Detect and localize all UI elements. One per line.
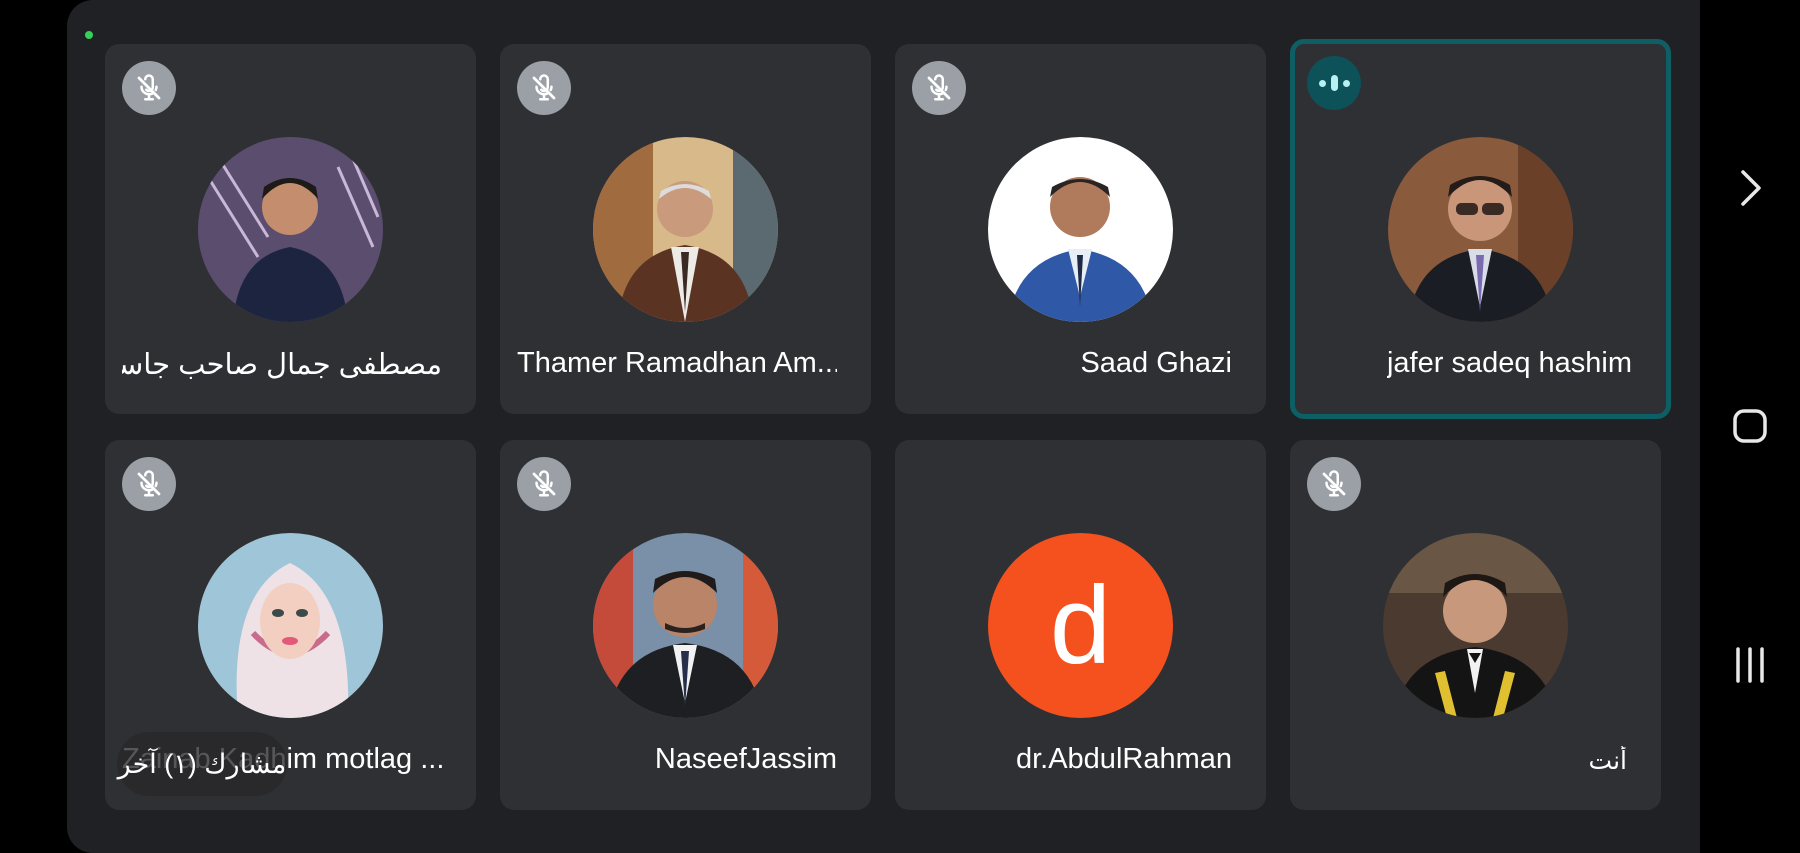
- avatar: d: [988, 533, 1173, 718]
- avatar: [593, 137, 778, 322]
- avatar: [1388, 137, 1573, 322]
- avatar: [988, 137, 1173, 322]
- participant-tile[interactable]: Saad Ghazi: [895, 44, 1266, 414]
- participant-tile-active-speaker[interactable]: jafer sadeq hashim: [1290, 39, 1671, 419]
- other-participants-pill[interactable]: مشارك (١) آخر: [117, 732, 287, 796]
- participant-name: Saad Ghazi: [1080, 347, 1232, 379]
- chevron-right-icon[interactable]: [1710, 148, 1790, 228]
- avatar: [198, 137, 383, 322]
- participant-name: jafer sadeq hashim: [1386, 347, 1632, 379]
- mic-off-icon: [517, 61, 571, 115]
- participant-name: NaseefJassim: [654, 743, 837, 775]
- participants-panel: مصطفى جمال صاحب جاسم Thamer Ramadhan Am.…: [67, 0, 1700, 853]
- participant-name: مصطفى جمال صاحب جاسم: [122, 349, 442, 381]
- mic-off-icon: [517, 457, 571, 511]
- participant-name: Thamer Ramadhan Am...: [517, 347, 837, 379]
- mic-off-icon: [1307, 457, 1361, 511]
- letter-avatar: d: [988, 533, 1173, 718]
- participant-tile[interactable]: d dr.AbdulRahman: [895, 440, 1266, 810]
- participant-tile[interactable]: NaseefJassim: [500, 440, 871, 810]
- participant-name: أنت: [1588, 747, 1627, 775]
- speaking-indicator-icon: [1307, 56, 1361, 110]
- avatar: [1383, 533, 1568, 718]
- participant-tile[interactable]: Thamer Ramadhan Am...: [500, 44, 871, 414]
- participant-tile[interactable]: مصطفى جمال صاحب جاسم: [105, 44, 476, 414]
- meeting-app: مصطفى جمال صاحب جاسم Thamer Ramadhan Am.…: [67, 0, 1700, 853]
- recents-icon[interactable]: [1710, 625, 1790, 705]
- mic-off-icon: [122, 457, 176, 511]
- participant-tile-self[interactable]: أنت: [1290, 440, 1661, 810]
- avatar: [593, 533, 778, 718]
- status-dot: [85, 31, 93, 39]
- mic-off-icon: [912, 61, 966, 115]
- avatar: [198, 533, 383, 718]
- home-icon[interactable]: [1710, 386, 1790, 466]
- participant-name: dr.AbdulRahman: [1015, 743, 1232, 775]
- mic-off-icon: [122, 61, 176, 115]
